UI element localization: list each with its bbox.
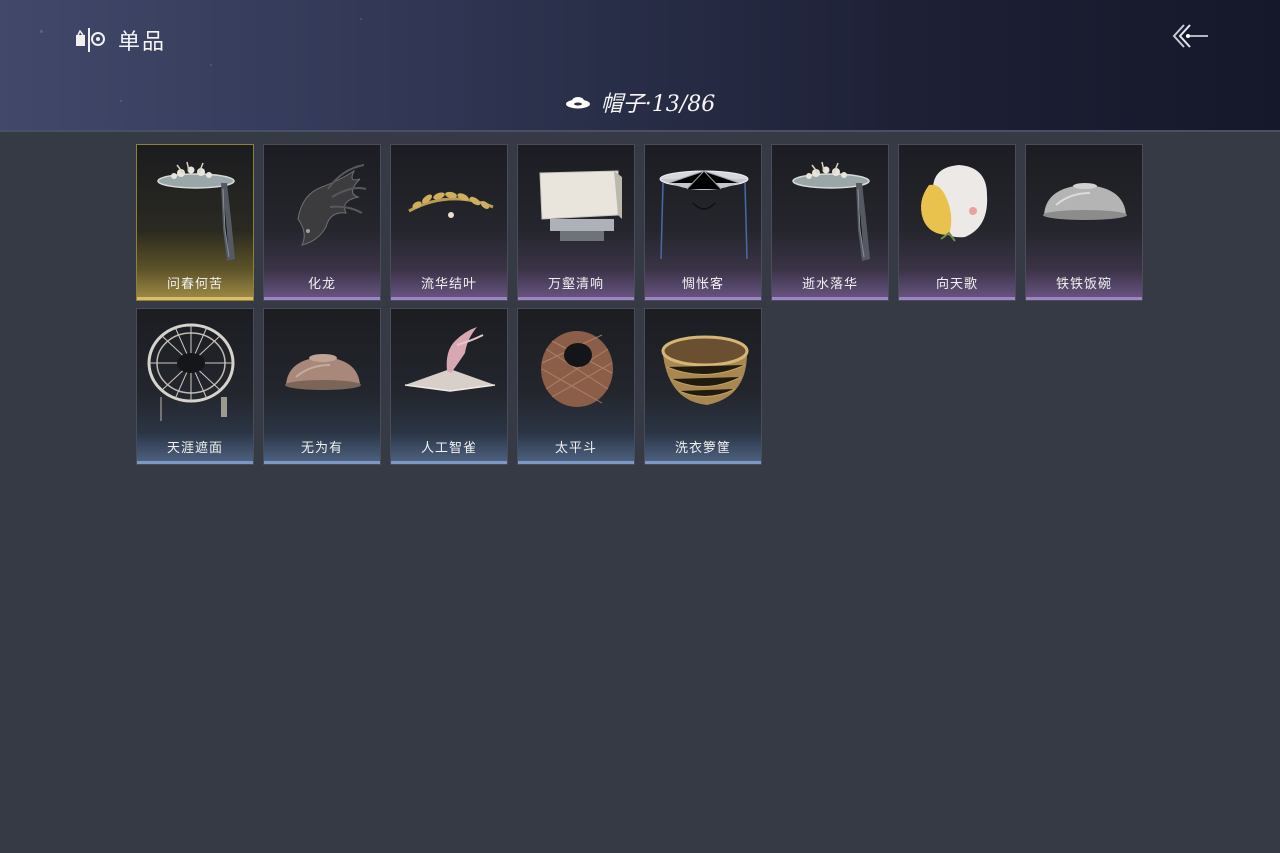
rarity-bar <box>645 297 761 300</box>
item-card[interactable]: 惆怅客 <box>644 144 762 301</box>
item-name: 太平斗 <box>554 441 597 456</box>
item-card[interactable]: 洗衣箩筐 <box>644 308 762 465</box>
metal-bowl-hat-icon <box>1030 149 1140 261</box>
item-name: 逝水落华 <box>801 277 858 292</box>
conical-veil-hat-icon <box>649 149 759 261</box>
dragon-crown-icon <box>268 149 378 261</box>
item-name: 洗衣箩筐 <box>674 441 731 456</box>
veiled-hat-icon <box>141 149 251 261</box>
item-name: 人工智雀 <box>420 441 477 456</box>
item-name: 化龙 <box>307 277 336 292</box>
rarity-bar <box>518 297 634 300</box>
item-card[interactable]: 流华结叶 <box>390 144 508 301</box>
rarity-bar <box>518 461 634 464</box>
back-button[interactable] <box>1170 20 1210 52</box>
item-card[interactable]: 问春何苦 <box>136 144 254 301</box>
item-card[interactable]: 天涯遮面 <box>136 308 254 465</box>
item-name: 无为有 <box>300 441 343 456</box>
item-card[interactable]: 化龙 <box>263 144 381 301</box>
title-area: 单品 <box>74 24 166 56</box>
bowl-hat-icon <box>268 313 378 425</box>
woven-conical-hat-icon <box>522 313 632 425</box>
item-name: 向天歌 <box>935 277 978 292</box>
item-card[interactable]: 人工智雀 <box>390 308 508 465</box>
scholar-cap-icon <box>522 149 632 261</box>
rarity-bar <box>899 297 1015 300</box>
page-title: 单品 <box>118 30 167 55</box>
item-card[interactable]: 太平斗 <box>517 308 635 465</box>
item-card[interactable]: 向天歌 <box>898 144 1016 301</box>
wardrobe-icon <box>74 24 106 56</box>
item-name: 铁铁饭碗 <box>1055 277 1112 292</box>
rarity-bar <box>391 297 507 300</box>
sparkle-decoration <box>210 64 212 66</box>
item-name: 流华结叶 <box>420 277 477 292</box>
item-name: 天涯遮面 <box>166 441 223 456</box>
goose-hood-icon <box>903 149 1013 261</box>
bird-hat-icon <box>395 313 505 425</box>
rarity-bar <box>264 461 380 464</box>
item-name: 问春何苦 <box>166 277 223 292</box>
sparkle-decoration <box>40 30 43 33</box>
item-grid: 问春何苦 化龙 流华结叶 万壑清响 惆怅客 逝水落华 向天歌 铁铁饭碗 天涯遮面… <box>136 144 1146 465</box>
rarity-bar <box>645 461 761 464</box>
rarity-bar <box>1026 297 1142 300</box>
rarity-bar <box>264 297 380 300</box>
item-name: 万壑清响 <box>547 277 604 292</box>
item-name: 惆怅客 <box>681 277 724 292</box>
header-banner: 单品 帽子·13/86 <box>0 0 1280 132</box>
item-card[interactable]: 万壑清响 <box>517 144 635 301</box>
hat-icon <box>565 94 591 110</box>
rarity-bar <box>391 461 507 464</box>
sparkle-decoration <box>360 18 362 20</box>
leaf-circlet-icon <box>395 149 505 261</box>
rarity-bar <box>772 297 888 300</box>
rarity-bar <box>137 297 253 300</box>
item-card[interactable]: 无为有 <box>263 308 381 465</box>
veiled-hat-icon <box>776 149 886 261</box>
category-header: 帽子·13/86 <box>0 86 1280 118</box>
basket-hat-icon <box>649 313 759 425</box>
item-card[interactable]: 铁铁饭碗 <box>1025 144 1143 301</box>
back-arrow-icon <box>1172 24 1208 48</box>
rarity-bar <box>137 461 253 464</box>
bamboo-frame-hat-icon <box>141 313 251 425</box>
category-label: 帽子·13/86 <box>600 92 716 117</box>
item-card[interactable]: 逝水落华 <box>771 144 889 301</box>
